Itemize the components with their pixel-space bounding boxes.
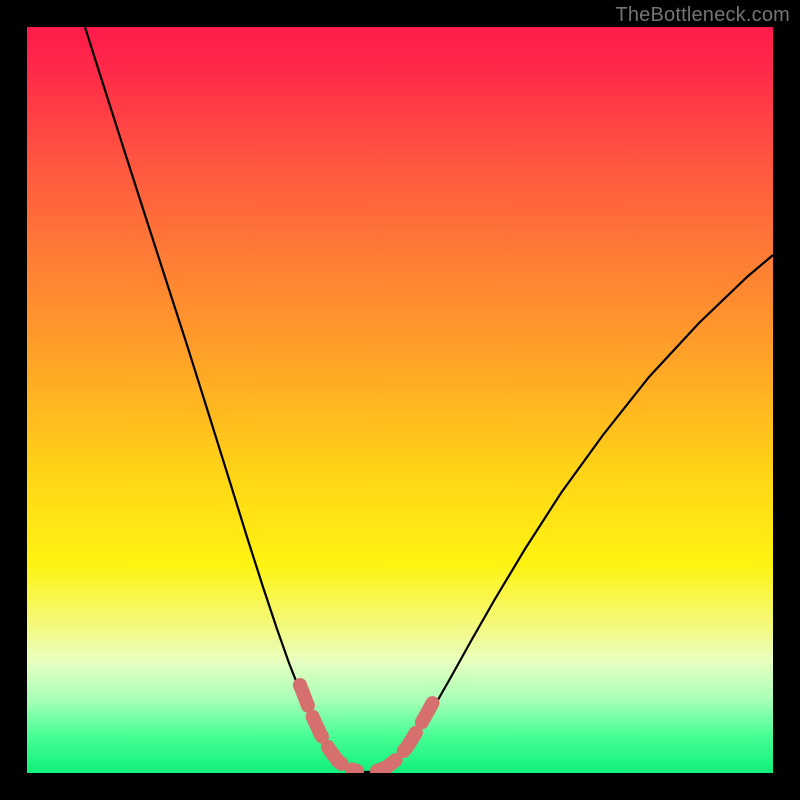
chart-frame: TheBottleneck.com — [0, 0, 800, 800]
chart-svg — [27, 27, 773, 773]
watermark-label: TheBottleneck.com — [615, 4, 790, 27]
plot-area — [27, 27, 773, 773]
series-group — [85, 27, 773, 772]
series-right-dashed-highlight — [377, 695, 437, 771]
series-left-dashed-highlight — [300, 685, 357, 771]
series-bottleneck-curve — [85, 27, 773, 772]
